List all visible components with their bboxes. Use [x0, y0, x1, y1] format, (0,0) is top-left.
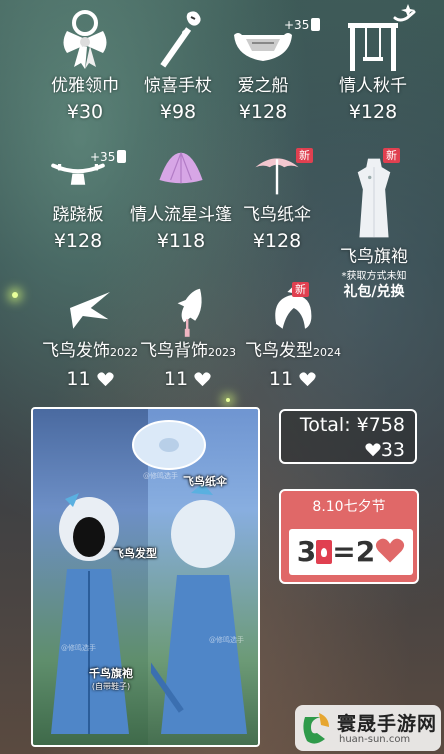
item-price-hearts: 11: [40, 366, 140, 392]
bonus-amount: +35: [90, 150, 116, 164]
total-price: Total: ¥758: [299, 414, 405, 436]
boat-icon: [234, 33, 292, 61]
site-logo-mark-icon: [303, 713, 329, 744]
shop-item-elegant-scarf[interactable]: 优雅领巾 ¥30: [40, 5, 130, 125]
candle-bonus-badge: +35: [90, 150, 127, 164]
sparkle: [12, 292, 18, 298]
total-hearts: 33: [281, 438, 405, 462]
site-logo: 寰晟手游网 huan-sun.com: [295, 705, 441, 751]
item-name: 跷跷板: [52, 205, 104, 225]
wand-icon: [160, 11, 201, 68]
item-price: ¥128: [238, 101, 288, 123]
candle-icon: [117, 150, 127, 163]
item-price-hearts: 11: [245, 366, 340, 392]
candle-icon: [311, 18, 321, 31]
heart-icon: [376, 538, 405, 563]
total-box: Total: ¥758 33: [279, 409, 417, 464]
item-name: 爱之船: [237, 76, 289, 96]
item-name: 飞鸟发型2024: [245, 341, 341, 361]
watermark: @修鸣选手: [209, 636, 244, 644]
bonus-amount: +35: [284, 18, 310, 32]
bow-tie-icon: [63, 10, 107, 69]
candle-bonus-badge: +35: [284, 18, 321, 32]
shop-item-bird-umbrella[interactable]: 飞鸟纸伞 ¥128: [232, 148, 322, 254]
item-name: 飞鸟旗袍: [340, 247, 408, 267]
item-acquire: 礼包/兑换: [343, 284, 405, 300]
new-badge: 新: [296, 148, 313, 163]
heart-icon: [194, 372, 211, 387]
heart-icon: [365, 443, 381, 457]
item-price: ¥30: [66, 101, 104, 123]
item-name: 惊喜手杖: [144, 76, 212, 96]
watermark: @修鸣选手: [61, 644, 96, 652]
shop-item-bird-qipao[interactable]: 飞鸟旗袍 *获取方式未知 礼包/兑换: [335, 150, 413, 301]
item-price: ¥118: [156, 230, 206, 252]
character-left: [51, 493, 129, 734]
qipao-icon: [357, 158, 391, 238]
site-url: huan-sun.com: [339, 734, 411, 745]
watermark: @修鸣选手: [143, 472, 178, 480]
new-badge: 新: [292, 282, 309, 297]
sparkle: [226, 398, 230, 402]
shop-item-bird-hairstyle[interactable]: 飞鸟发型2024 11: [245, 284, 341, 392]
item-price: ¥128: [252, 230, 302, 252]
exchange-formula: 3 =2: [289, 529, 413, 575]
festival-title: 8.10七夕节: [312, 499, 386, 515]
item-name: 情人流星斗篷: [130, 205, 232, 225]
shop-item-bird-back[interactable]: 飞鸟背饰2023 11: [140, 284, 236, 392]
heart-icon: [96, 372, 114, 387]
item-name: 优雅领巾: [51, 76, 119, 96]
candle-count: 3: [296, 535, 317, 568]
umbrella-open-icon: [132, 420, 206, 470]
bird-hairpin-icon: [70, 292, 110, 329]
candle-icon: [316, 540, 333, 564]
item-name: 飞鸟纸伞: [243, 205, 311, 225]
site-brand: 寰晟手游网: [337, 713, 438, 735]
tag-qipao: 千鸟旗袍 (自带鞋子): [89, 667, 133, 691]
equals-sign: =: [332, 535, 356, 568]
festival-exchange-box: 8.10七夕节 3 =2: [279, 489, 419, 584]
cape-icon: [159, 152, 203, 184]
bird-back-icon: [177, 288, 202, 337]
item-name: 情人秋千: [339, 76, 407, 96]
shop-item-surprise-cane[interactable]: 惊喜手杖 ¥98: [133, 5, 223, 125]
hand-sparkle-icon: [393, 4, 416, 22]
item-price: ¥128: [53, 230, 103, 252]
tag-hairstyle: 飞鸟发型: [113, 547, 157, 560]
item-note: *获取方式未知: [341, 271, 407, 282]
item-name: 飞鸟发饰2022: [42, 341, 138, 361]
item-name: 飞鸟背饰2023: [140, 341, 236, 361]
shop-item-bird-hairpin[interactable]: 飞鸟发饰2022 11: [40, 284, 140, 392]
new-badge: 新: [383, 148, 400, 163]
item-price-hearts: 11: [140, 366, 235, 392]
item-price: ¥128: [348, 101, 398, 123]
heart-icon: [299, 372, 316, 387]
outfit-preview-image: 飞鸟纸伞 飞鸟发型 千鸟旗袍 (自带鞋子) @修鸣选手 @修鸣选手 @修鸣选手: [31, 407, 260, 747]
character-right: [151, 483, 247, 734]
item-price: ¥98: [159, 101, 197, 123]
shop-item-meteor-cape[interactable]: 情人流星斗篷 ¥118: [126, 148, 236, 254]
tag-umbrella: 飞鸟纸伞: [183, 475, 227, 488]
heart-count: 2: [355, 535, 376, 568]
